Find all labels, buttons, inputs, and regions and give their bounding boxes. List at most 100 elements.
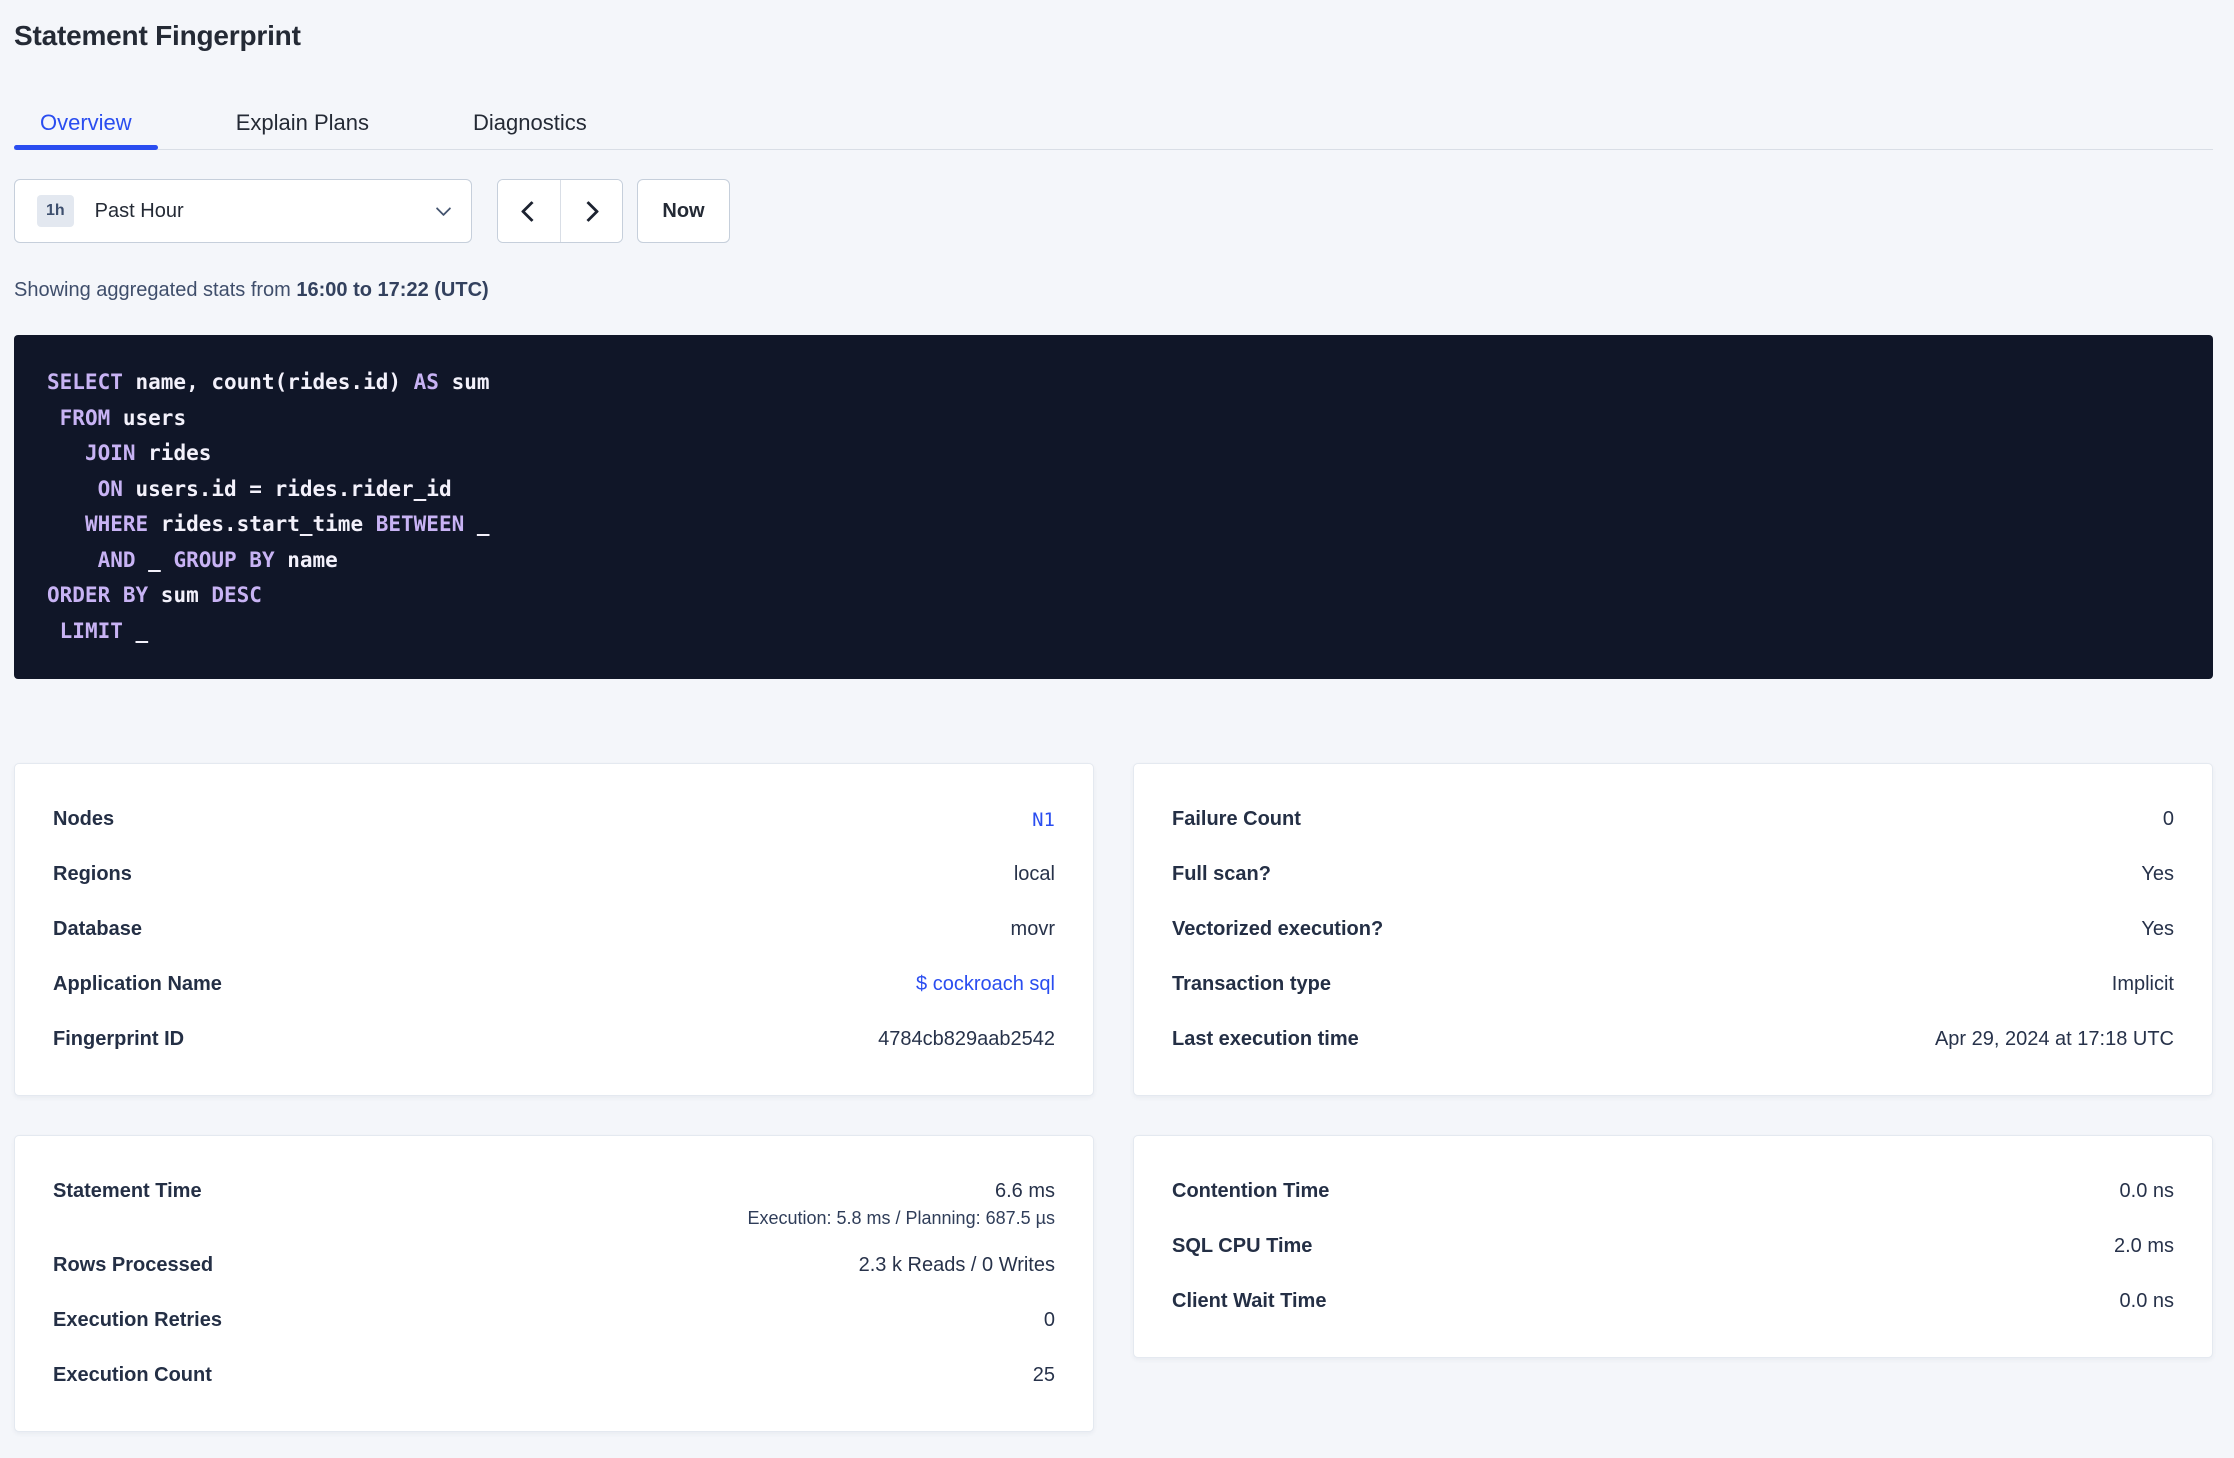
chevron-right-icon xyxy=(578,200,600,222)
row-value: local xyxy=(1013,863,1055,885)
row-database: Database movr xyxy=(53,902,1055,957)
row-transaction-type: Transaction type Implicit xyxy=(1172,957,2174,1012)
aggregated-stats-line: Showing aggregated stats from 16:00 to 1… xyxy=(14,279,2213,302)
now-button[interactable]: Now xyxy=(637,179,730,243)
sql-keyword: JOIN xyxy=(84,441,136,465)
sql-text: sum xyxy=(148,583,212,607)
row-application-name: Application Name $ cockroach sql xyxy=(53,957,1055,1012)
row-value-link[interactable]: $ cockroach sql xyxy=(916,973,1055,996)
row-contention-time: Contention Time 0.0 ns xyxy=(1172,1164,2174,1219)
row-label: Last execution time xyxy=(1172,1028,1359,1050)
time-range-dropdown[interactable]: 1h Past Hour xyxy=(14,179,472,243)
sql-statement-box: SELECT name, count(rides.id) AS sum FROM… xyxy=(14,335,2213,679)
sql-keyword: BETWEEN xyxy=(375,512,465,536)
stats-line-prefix: Showing aggregated stats from xyxy=(14,279,297,301)
sql-line: ON users.id = rides.rider_id xyxy=(47,472,2180,508)
sql-line: AND _ GROUP BY name xyxy=(47,543,2180,579)
row-client-wait-time: Client Wait Time 0.0 ns xyxy=(1172,1274,2174,1329)
prev-interval-button[interactable] xyxy=(498,180,561,242)
sql-text: users.id = rides.rider_id xyxy=(122,476,452,501)
row-label: Contention Time xyxy=(1172,1180,1330,1202)
row-label: Client Wait Time xyxy=(1172,1290,1327,1312)
row-value: 0 xyxy=(2162,808,2174,830)
row-value: Yes xyxy=(2141,863,2174,885)
row-subvalue: Execution: 5.8 ms / Planning: 687.5 µs xyxy=(747,1208,1055,1228)
statement-times-card: Statement Time 6.6 ms Execution: 5.8 ms / … xyxy=(14,1135,1094,1432)
chevron-down-icon xyxy=(435,200,452,217)
row-vectorized-execution: Vectorized execution? Yes xyxy=(1172,902,2174,957)
row-label: Application Name xyxy=(53,973,222,995)
sql-line: JOIN rides xyxy=(47,436,2180,472)
sql-keyword: ORDER BY xyxy=(47,583,149,607)
sql-line: ORDER BY sum DESC xyxy=(47,578,2180,614)
row-last-execution-time: Last execution time Apr 29, 2024 at 17:18… xyxy=(1172,1012,2174,1067)
sql-keyword: ON xyxy=(97,476,123,501)
row-regions: Regions local xyxy=(53,847,1055,902)
sql-keyword: GROUP BY xyxy=(173,547,275,572)
sql-line: FROM users xyxy=(47,401,2180,437)
sql-text: name xyxy=(274,547,338,572)
sql-text: rides xyxy=(135,441,212,465)
sql-text: rides.start_time xyxy=(148,512,376,536)
statement-details-card: Nodes N1 Regions local Database movr Applicati… xyxy=(14,763,1094,1096)
sql-text: users xyxy=(110,405,187,430)
row-execution-count: Execution Count 25 xyxy=(53,1348,1055,1403)
sql-keyword: AS xyxy=(413,370,439,394)
row-value: 25 xyxy=(1032,1364,1055,1386)
sql-text: _ xyxy=(122,618,149,643)
row-execution-retries: Execution Retries 0 xyxy=(53,1293,1055,1348)
sql-line: SELECT name, count(rides.id) AS sum xyxy=(47,365,2180,401)
sql-keyword: AND xyxy=(97,547,136,572)
row-label: Statement Time xyxy=(53,1180,202,1202)
stats-line-range: 16:00 to 17:22 (UTC) xyxy=(296,279,489,301)
row-nodes: Nodes N1 xyxy=(53,792,1055,847)
row-failure-count: Failure Count 0 xyxy=(1172,792,2174,847)
sql-text: name, count(rides.id) xyxy=(122,370,414,394)
statement-fingerprint-page: Statement Fingerprint Overview Explain Pl… xyxy=(0,0,2234,1458)
tab-overview[interactable]: Overview xyxy=(14,96,158,150)
chevron-left-icon xyxy=(520,200,542,222)
tab-bar: Overview Explain Plans Diagnostics xyxy=(14,96,2213,150)
row-value: 0 xyxy=(1043,1309,1055,1331)
sql-keyword: FROM xyxy=(59,405,111,430)
summary-cards-grid: Nodes N1 Regions local Database movr Applicati… xyxy=(14,763,2213,1432)
time-controls: 1h Past Hour Now xyxy=(14,179,2213,243)
sql-text: sum xyxy=(438,370,490,394)
time-range-badge: 1h xyxy=(37,195,74,227)
row-label: Database xyxy=(53,918,142,940)
row-value: 4784cb829aab2542 xyxy=(878,1028,1055,1050)
sql-keyword: LIMIT xyxy=(59,618,123,643)
time-nav-group xyxy=(497,179,623,243)
sql-text: _ xyxy=(464,512,490,536)
sql-keyword: SELECT xyxy=(47,370,123,394)
row-fingerprint-id: Fingerprint ID 4784cb829aab2542 xyxy=(53,1012,1055,1067)
page-title: Statement Fingerprint xyxy=(14,20,301,51)
row-label: Execution Count xyxy=(53,1364,212,1386)
sql-keyword: WHERE xyxy=(84,512,149,536)
row-full-scan: Full scan? Yes xyxy=(1172,847,2174,902)
row-rows-processed: Rows Processed 2.3 k Reads / 0 Writes xyxy=(53,1238,1055,1293)
wait-times-card: Contention Time 0.0 ns SQL CPU Time 2.0 ms C… xyxy=(1133,1135,2213,1358)
row-value: 0.0 ns xyxy=(2119,1180,2174,1202)
row-label: Execution Retries xyxy=(53,1309,222,1331)
sql-line: WHERE rides.start_time BETWEEN _ xyxy=(47,507,2180,543)
row-value: 2.0 ms xyxy=(2113,1235,2174,1257)
row-value: movr xyxy=(1010,918,1055,940)
tab-diagnostics[interactable]: Diagnostics xyxy=(447,96,613,149)
row-label: Vectorized execution? xyxy=(1172,918,1384,940)
row-label: SQL CPU Time xyxy=(1172,1235,1313,1257)
execution-attributes-card: Failure Count 0 Full scan? Yes Vectorized ex… xyxy=(1133,763,2213,1096)
row-value-link[interactable]: N1 xyxy=(1032,809,1055,831)
row-sql-cpu-time: SQL CPU Time 2.0 ms xyxy=(1172,1219,2174,1274)
tab-explain-plans[interactable]: Explain Plans xyxy=(210,96,395,149)
sql-line: LIMIT _ xyxy=(47,614,2180,650)
row-value: Apr 29, 2024 at 17:18 UTC xyxy=(1934,1028,2174,1050)
row-label: Failure Count xyxy=(1172,808,1301,830)
row-label: Transaction type xyxy=(1172,973,1331,995)
next-interval-button[interactable] xyxy=(560,180,622,242)
time-range-label: Past Hour xyxy=(94,199,184,222)
